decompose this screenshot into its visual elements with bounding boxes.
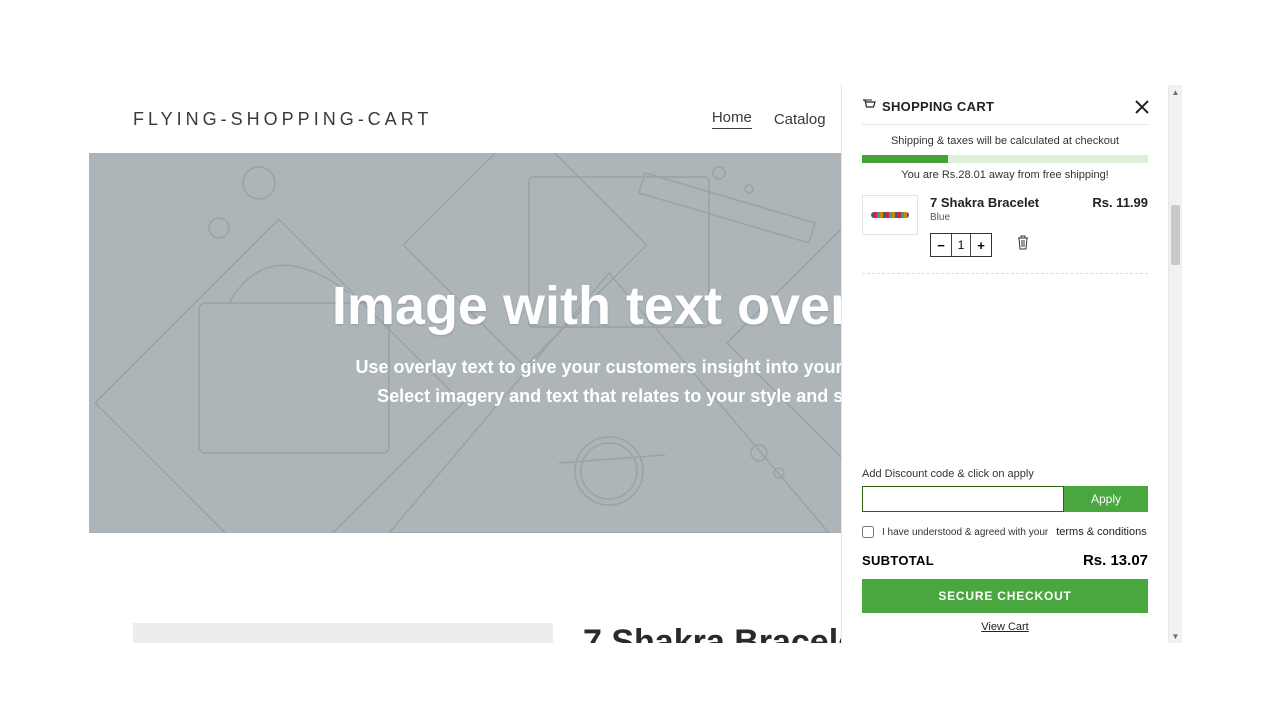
nav-catalog[interactable]: Catalog xyxy=(774,111,826,128)
scroll-thumb[interactable] xyxy=(1171,205,1180,265)
discount-label: Add Discount code & click on apply xyxy=(862,468,1148,480)
cart-header: SHOPPING CART xyxy=(862,99,1148,125)
terms-text: I have understood & agreed with your xyxy=(882,527,1048,538)
terms-checkbox[interactable] xyxy=(862,526,874,538)
qty-increase-button[interactable]: + xyxy=(971,234,991,256)
product-title: 7 Shakra Bracelet xyxy=(583,623,868,643)
cart-item-name: 7 Shakra Bracelet xyxy=(930,195,1039,210)
qty-decrease-button[interactable]: − xyxy=(931,234,951,256)
cart-item-variant: Blue xyxy=(930,212,1039,223)
qty-value: 1 xyxy=(951,234,971,256)
shipping-away-msg: You are Rs.28.01 away from free shipping… xyxy=(862,169,1148,181)
progress-fill xyxy=(862,155,948,163)
terms-row[interactable]: I have understood & agreed with your ter… xyxy=(862,526,1148,538)
view-cart-link[interactable]: View Cart xyxy=(862,621,1148,633)
shipping-note: Shipping & taxes will be calculated at c… xyxy=(862,135,1148,147)
subtotal-amount: Rs. 13.07 xyxy=(1083,552,1148,569)
brand-logo[interactable]: FLYING-SHOPPING-CART xyxy=(133,109,432,130)
hero-subtitle: Use overlay text to give your customers … xyxy=(355,353,902,411)
close-icon[interactable] xyxy=(1134,99,1150,120)
hero-title: Image with text overlay xyxy=(332,275,926,337)
subtotal-label: SUBTOTAL xyxy=(862,553,934,568)
checkout-button[interactable]: SECURE CHECKOUT xyxy=(862,579,1148,613)
top-nav: Home Catalog xyxy=(712,109,826,129)
scrollbar[interactable]: ▲ ▼ xyxy=(1168,85,1182,643)
cart-title: SHOPPING CART xyxy=(882,99,994,114)
terms-link[interactable]: terms & conditions xyxy=(1056,526,1146,538)
apply-button[interactable]: Apply xyxy=(1064,486,1148,512)
cart-item-price: Rs. 11.99 xyxy=(1092,195,1148,223)
product-image[interactable] xyxy=(133,623,553,643)
scroll-down-icon[interactable]: ▼ xyxy=(1169,629,1182,643)
quantity-stepper: − 1 + xyxy=(930,233,992,257)
nav-home[interactable]: Home xyxy=(712,109,752,129)
cart-icon xyxy=(862,99,876,114)
cart-item: 7 Shakra Bracelet Blue Rs. 11.99 − 1 + xyxy=(862,195,1148,274)
cart-drawer: SHOPPING CART Shipping & taxes will be c… xyxy=(841,85,1168,643)
scroll-up-icon[interactable]: ▲ xyxy=(1169,85,1182,99)
cart-item-thumb[interactable] xyxy=(862,195,918,235)
trash-icon[interactable] xyxy=(1016,235,1030,255)
free-shipping-progress xyxy=(862,155,1148,163)
discount-input[interactable] xyxy=(862,486,1064,512)
